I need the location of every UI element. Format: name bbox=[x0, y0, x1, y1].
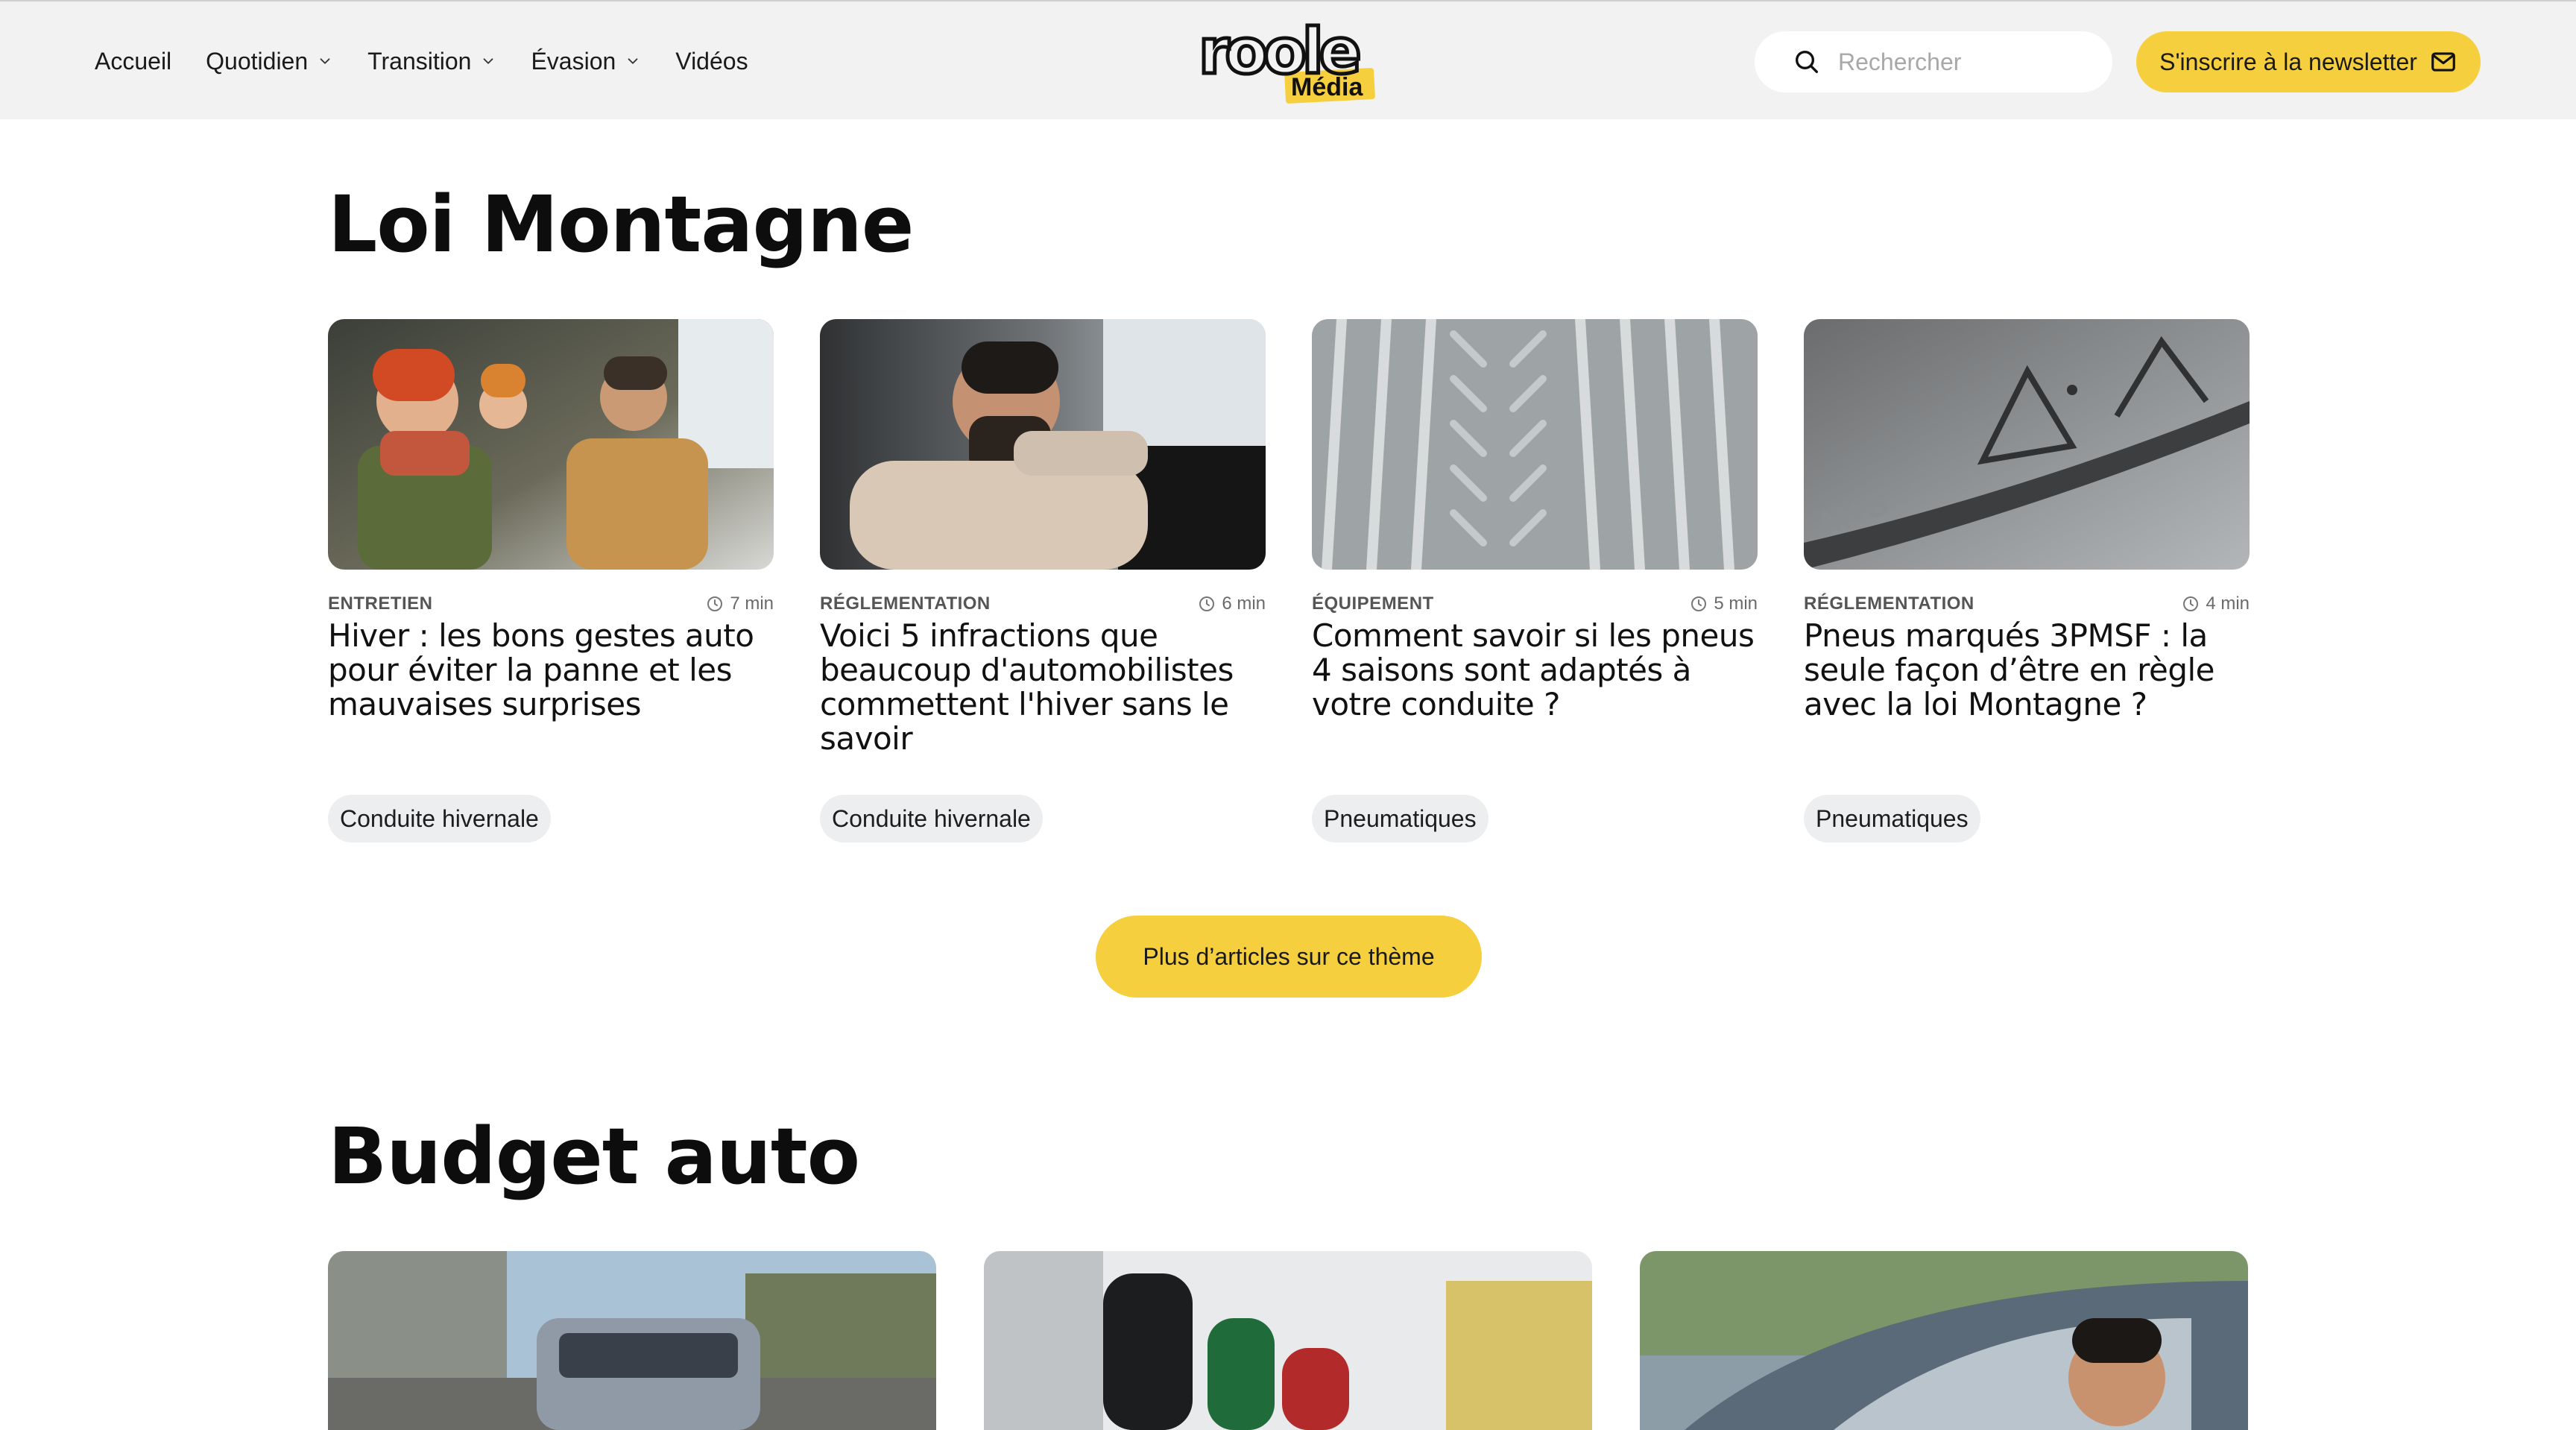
newsletter-button[interactable]: S'inscrire à la newsletter bbox=[2136, 31, 2481, 92]
article-meta: ÉQUIPEMENT 5 min bbox=[1312, 593, 1758, 614]
logo-subtitle: Média bbox=[1291, 73, 1363, 101]
read-time-value: 5 min bbox=[1714, 593, 1758, 614]
site-logo[interactable]: roole Média bbox=[1196, 18, 1382, 107]
read-time-value: 7 min bbox=[730, 593, 774, 614]
article-thumbnail[interactable] bbox=[984, 1251, 1592, 1430]
read-time-value: 6 min bbox=[1222, 593, 1266, 614]
article-card[interactable]: ENTRETIEN 7 min Hiver : les bons gestes … bbox=[328, 319, 774, 842]
clock-icon bbox=[706, 595, 724, 613]
article-tag[interactable]: Pneumatiques bbox=[1804, 795, 1980, 842]
read-time: 4 min bbox=[2182, 593, 2250, 614]
nav-item-quotidien[interactable]: Quotidien bbox=[206, 48, 333, 75]
article-meta: RÉGLEMENTATION 6 min bbox=[820, 593, 1266, 614]
chevron-down-icon bbox=[317, 53, 333, 69]
more-articles-button[interactable]: Plus d’articles sur ce thème bbox=[1096, 916, 1482, 998]
article-thumbnail[interactable] bbox=[1312, 319, 1758, 570]
article-card[interactable]: ÉQUIPEMENT 5 min Comment savoir si les p… bbox=[1312, 319, 1758, 842]
search-icon bbox=[1792, 47, 1822, 77]
nav-item-evasion[interactable]: Évasion bbox=[531, 48, 641, 75]
main-nav: Accueil Quotidien Transition Évasion Vid… bbox=[95, 1, 748, 121]
read-time: 7 min bbox=[706, 593, 774, 614]
article-thumbnail[interactable] bbox=[328, 1251, 936, 1430]
nav-label: Transition bbox=[367, 47, 472, 75]
article-category: ÉQUIPEMENT bbox=[1312, 593, 1434, 614]
mail-icon bbox=[2429, 48, 2457, 76]
article-tag[interactable]: Conduite hivernale bbox=[820, 795, 1043, 842]
article-thumbnail[interactable] bbox=[1640, 1251, 2248, 1430]
clock-icon bbox=[1198, 595, 1216, 613]
search-input[interactable] bbox=[1838, 48, 2092, 76]
section-title: Loi Montagne bbox=[328, 179, 914, 270]
chevron-down-icon bbox=[480, 53, 496, 69]
nav-item-videos[interactable]: Vidéos bbox=[675, 48, 748, 75]
article-title[interactable]: Voici 5 infractions que beaucoup d'autom… bbox=[820, 619, 1266, 756]
article-thumbnail[interactable] bbox=[328, 319, 774, 570]
section-title: Budget auto bbox=[328, 1111, 860, 1202]
nav-label: Accueil bbox=[95, 47, 172, 75]
search-bar[interactable] bbox=[1755, 31, 2112, 92]
chevron-down-icon bbox=[625, 53, 641, 69]
nav-item-transition[interactable]: Transition bbox=[367, 48, 496, 75]
article-category: RÉGLEMENTATION bbox=[820, 593, 991, 614]
article-title[interactable]: Comment savoir si les pneus 4 saisons so… bbox=[1312, 619, 1758, 722]
clock-icon bbox=[1690, 595, 1708, 613]
article-card[interactable]: M+S RÉGLEMENTATION 4 min Pneus marqués 3… bbox=[1804, 319, 2250, 842]
article-title[interactable]: Hiver : les bons gestes auto pour éviter… bbox=[328, 619, 774, 722]
read-time-value: 4 min bbox=[2206, 593, 2250, 614]
article-category: RÉGLEMENTATION bbox=[1804, 593, 1974, 614]
article-meta: ENTRETIEN 7 min bbox=[328, 593, 774, 614]
clock-icon bbox=[2182, 595, 2200, 613]
article-card[interactable]: RÉGLEMENTATION 6 min Voici 5 infractions… bbox=[820, 319, 1266, 842]
nav-label: Évasion bbox=[531, 47, 616, 75]
article-tag[interactable]: Conduite hivernale bbox=[328, 795, 551, 842]
article-thumbnail[interactable] bbox=[820, 319, 1266, 570]
nav-label: Quotidien bbox=[206, 47, 309, 75]
article-category: ENTRETIEN bbox=[328, 593, 433, 614]
newsletter-label: S'inscrire à la newsletter bbox=[2159, 48, 2417, 75]
read-time: 6 min bbox=[1198, 593, 1266, 614]
nav-label: Vidéos bbox=[675, 47, 748, 75]
article-title[interactable]: Pneus marqués 3PMSF : la seule façon d’ê… bbox=[1804, 619, 2250, 722]
article-meta: RÉGLEMENTATION 4 min bbox=[1804, 593, 2250, 614]
article-thumbnail[interactable]: M+S bbox=[1804, 319, 2250, 570]
article-tag[interactable]: Pneumatiques bbox=[1312, 795, 1489, 842]
site-header: Accueil Quotidien Transition Évasion Vid… bbox=[0, 0, 2576, 119]
read-time: 5 min bbox=[1690, 593, 1758, 614]
nav-item-accueil[interactable]: Accueil bbox=[95, 48, 171, 75]
